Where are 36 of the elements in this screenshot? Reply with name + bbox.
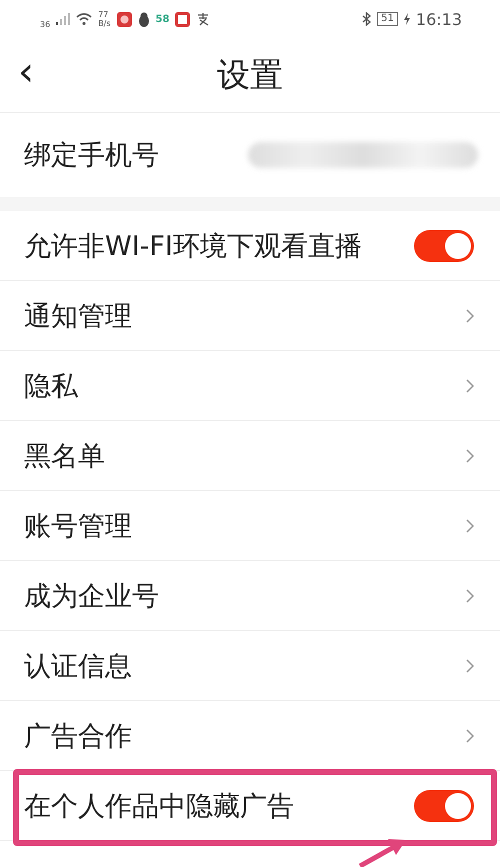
chevron-right-icon[interactable] [466,728,474,742]
clock-time: 16:13 [416,10,462,28]
battery-icon: 51 [377,12,398,26]
setting-label: 通知管理 [24,300,132,334]
chevron-right-icon[interactable] [466,518,474,532]
toggle-switch[interactable] [414,230,474,262]
setting-label: 账号管理 [24,510,132,544]
chevron-right-icon[interactable] [466,378,474,392]
setting-label: 认证信息 [24,650,132,684]
chevron-right-icon[interactable] [466,658,474,672]
app-count-label: 58 [156,14,170,24]
book-icon [175,12,190,26]
signal-icon [56,13,70,25]
chevron-right-icon[interactable] [466,448,474,462]
setting-label: 在个人作品中隐藏广告 [24,790,294,824]
chevron-right-icon[interactable] [466,308,474,322]
setting-label: 成为企业号 [24,580,159,614]
pay-icon [196,12,210,26]
bluetooth-icon [362,12,372,26]
speed-value: 77 [98,10,110,19]
setting-label: 隐私 [24,370,78,404]
toggle-switch[interactable] [414,790,474,822]
speed-unit: B/s [98,19,111,28]
page-title: 设置 [217,54,283,96]
annotation-arrow [358,837,408,867]
setting-label: 广告合作 [24,720,132,754]
wifi-icon [76,13,92,25]
network-type: 36 [40,20,50,29]
setting-label: 绑定手机号 [24,139,159,173]
chevron-right-icon[interactable] [466,588,474,602]
charging-icon [404,13,410,25]
penguin-icon [138,12,150,26]
setting-label: 黑名单 [24,440,105,474]
setting-label: 允许非WI-FI环境下观看直播 [24,230,362,264]
app-icon [116,12,132,26]
back-button[interactable]: ‹ [12,52,40,92]
